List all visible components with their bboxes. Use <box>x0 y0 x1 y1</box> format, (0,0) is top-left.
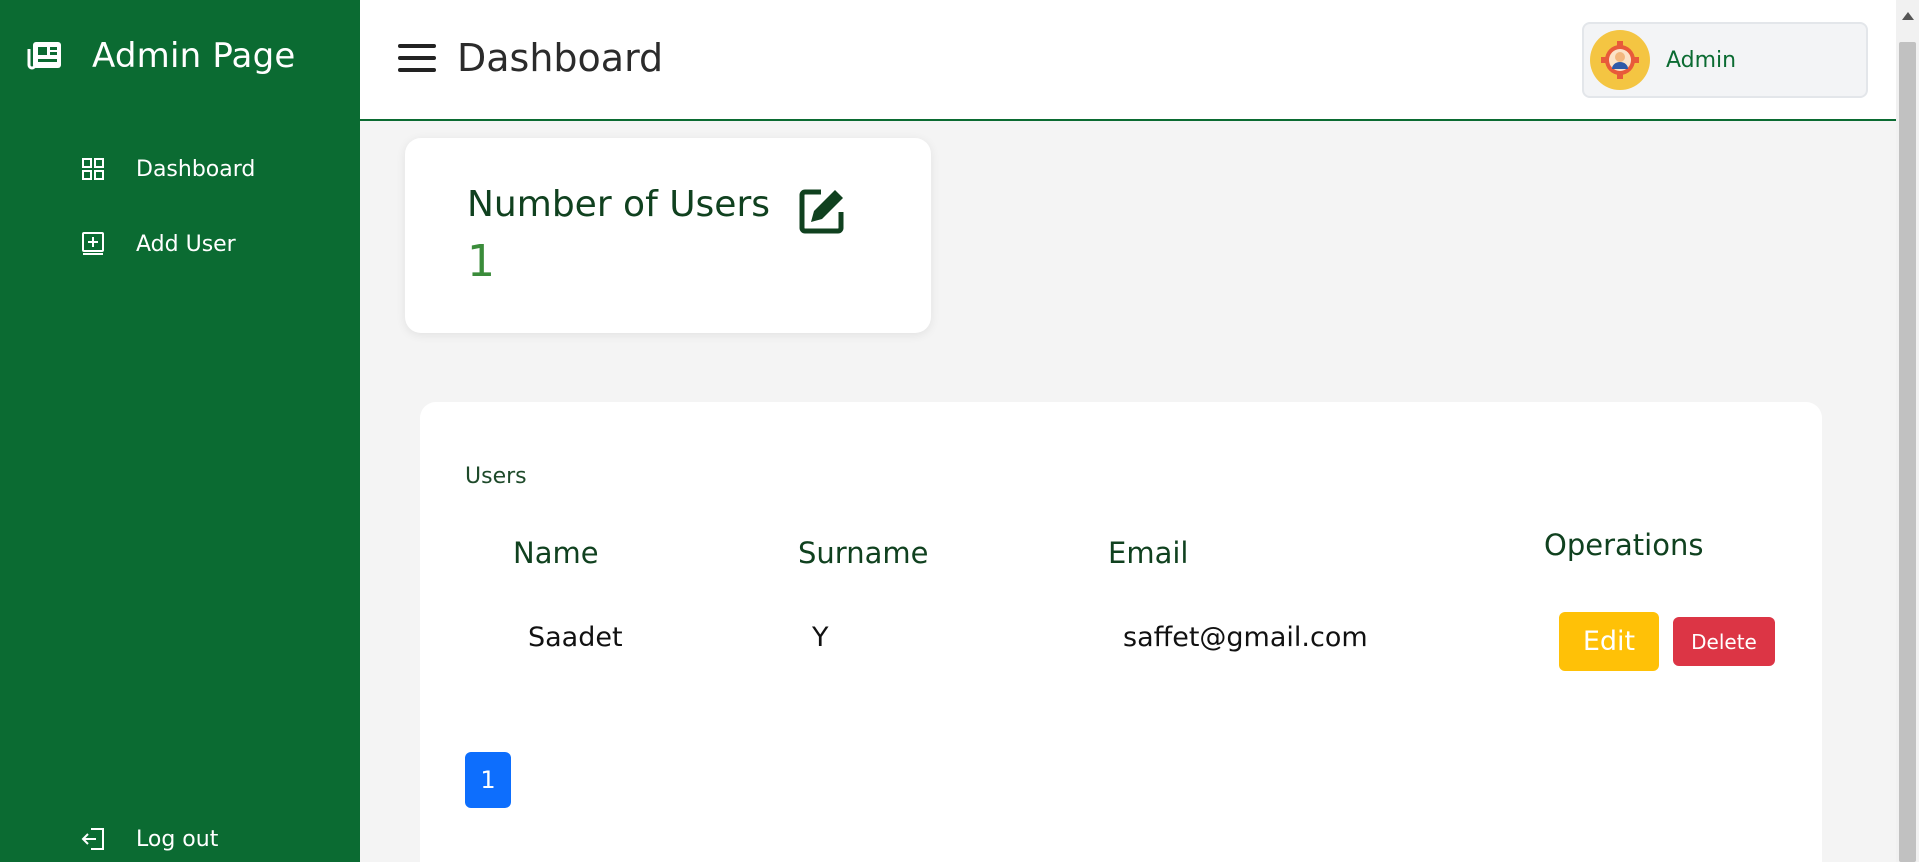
plus-square-icon <box>80 231 106 257</box>
edit-square-icon <box>797 186 847 236</box>
admin-avatar-icon <box>1590 30 1650 90</box>
top-header: Dashboard Admin <box>360 0 1896 121</box>
page-title: Dashboard <box>457 36 664 80</box>
column-header-operations: Operations <box>1544 528 1704 562</box>
sidebar-item-add-user[interactable]: Add User <box>80 231 236 257</box>
logout-label: Log out <box>136 826 219 852</box>
cell-name: Saadet <box>528 622 623 653</box>
sidebar-item-label: Dashboard <box>136 156 256 182</box>
users-count-card: Number of Users 1 <box>405 138 931 333</box>
cell-email: saffet@gmail.com <box>1123 622 1368 653</box>
sidebar-item-dashboard[interactable]: Dashboard <box>80 156 255 182</box>
table-caption: Users <box>465 464 527 489</box>
brand[interactable]: Admin Page <box>26 36 295 76</box>
newspaper-icon <box>26 36 66 76</box>
logout-button[interactable]: Log out <box>80 826 218 852</box>
hamburger-menu-icon[interactable] <box>398 44 436 76</box>
column-header-email: Email <box>1108 536 1189 570</box>
profile-name: Admin <box>1666 47 1737 73</box>
scroll-up-arrow-icon[interactable] <box>1902 12 1914 20</box>
stat-label: Number of Users <box>467 184 771 225</box>
pagination-page-1[interactable]: 1 <box>465 752 511 808</box>
delete-button[interactable]: Delete <box>1673 617 1775 666</box>
sidebar-item-label: Add User <box>136 231 236 257</box>
user-profile-button[interactable]: Admin <box>1582 22 1868 98</box>
sidebar: Admin Page Dashboard Add User Log out <box>0 0 360 862</box>
stat-value: 1 <box>467 236 495 287</box>
logout-icon <box>80 826 106 852</box>
cell-surname: Y <box>812 622 829 653</box>
users-table-card: Users Name Surname Email Operations Saad… <box>420 402 1822 862</box>
column-header-name: Name <box>513 536 599 570</box>
edit-button[interactable]: Edit <box>1559 612 1659 671</box>
brand-title: Admin Page <box>92 36 296 76</box>
scroll-thumb[interactable] <box>1899 42 1916 862</box>
grid-icon <box>80 156 106 182</box>
vertical-scrollbar[interactable] <box>1896 0 1919 862</box>
column-header-surname: Surname <box>798 536 929 570</box>
